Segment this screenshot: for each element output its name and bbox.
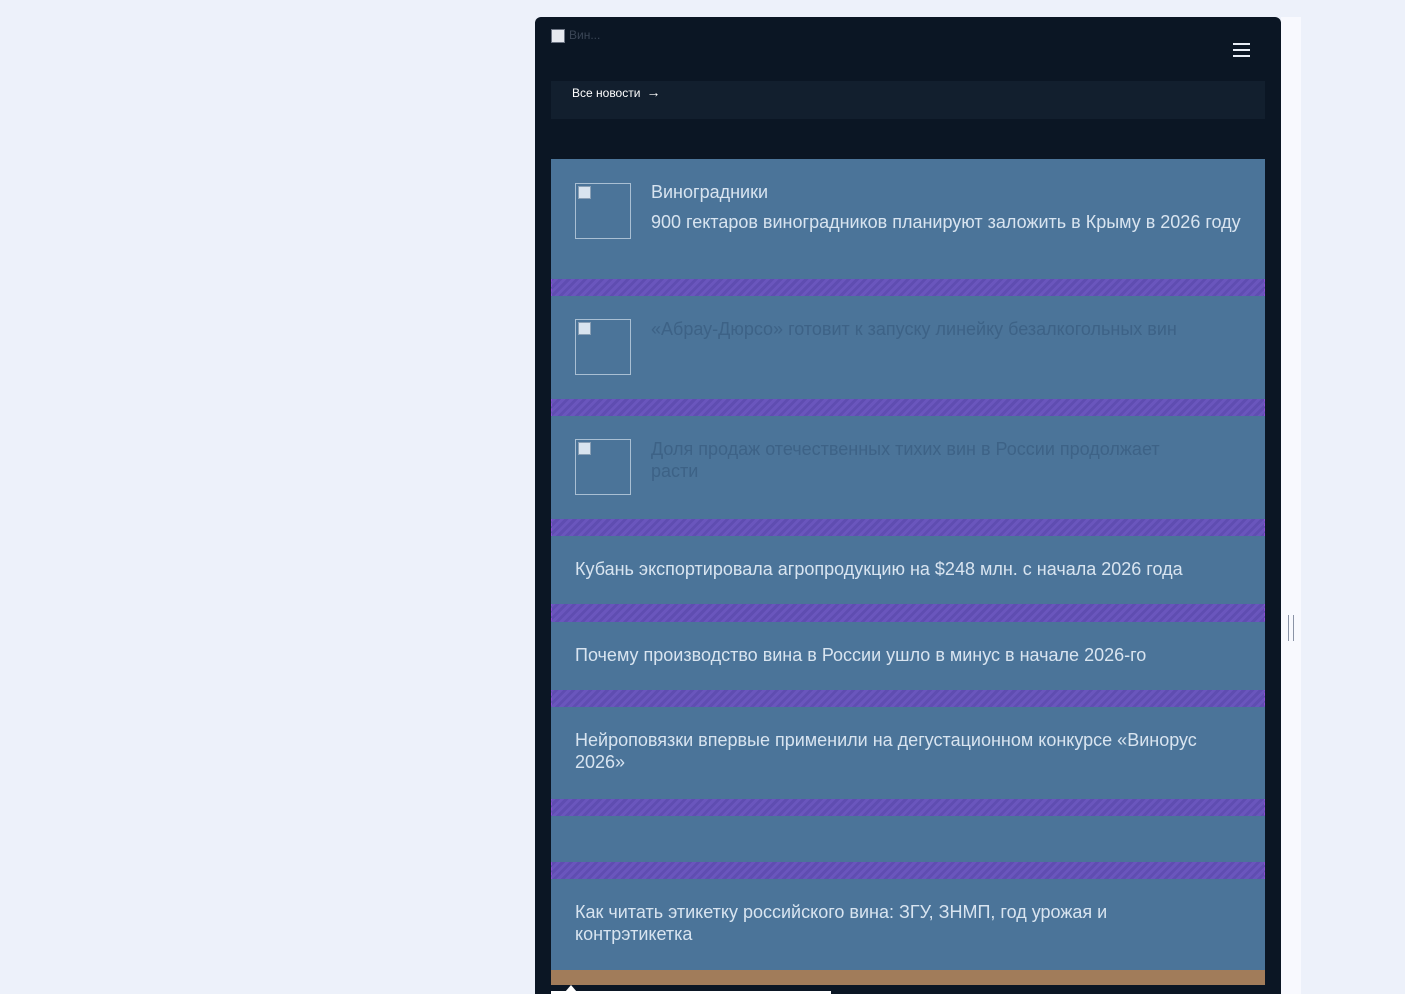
news-title: Нейроповязки впервые применили на дегуст… bbox=[575, 730, 1197, 772]
news-item[interactable]: Как читать этикетку российского вина: ЗГ… bbox=[551, 879, 1265, 971]
hamburger-menu-icon[interactable] bbox=[1233, 41, 1250, 59]
site-logo[interactable]: Вин... bbox=[551, 27, 621, 53]
news-item[interactable] bbox=[551, 816, 1265, 862]
all-news-bar: Все новости → bbox=[551, 81, 1265, 119]
news-thumbnail bbox=[575, 319, 631, 375]
news-title: Кубань экспортировала агропродукцию на $… bbox=[575, 559, 1183, 579]
news-title: 900 гектаров виноградников планируют зал… bbox=[651, 212, 1241, 232]
news-title: Почему производство вина в России ушло в… bbox=[575, 645, 1147, 665]
news-thumbnail bbox=[575, 439, 631, 495]
news-title: Доля продаж отечественных тихих вин в Ро… bbox=[651, 439, 1160, 481]
all-news-label: Все новости bbox=[572, 86, 641, 100]
news-list: Виноградники 900 гектаров виноградников … bbox=[551, 159, 1265, 985]
news-item[interactable]: Виноградники 900 гектаров виноградников … bbox=[551, 159, 1265, 279]
bottom-bar bbox=[551, 970, 1265, 985]
news-item[interactable]: Нейроповязки впервые применили на дегуст… bbox=[551, 707, 1265, 799]
resize-handle[interactable] bbox=[1288, 615, 1294, 641]
news-item[interactable]: «Абрау-Дюрсо» готовит к запуску линейку … bbox=[551, 296, 1265, 399]
mobile-viewport: Вин... Все новости → Виноградники 900 гек… bbox=[535, 17, 1281, 994]
logo-alt-text: Вин... bbox=[569, 28, 601, 42]
broken-image-icon bbox=[578, 186, 591, 199]
news-thumbnail bbox=[575, 183, 631, 239]
broken-image-icon bbox=[578, 442, 591, 455]
all-news-link[interactable]: Все новости → bbox=[572, 85, 660, 100]
news-item[interactable]: Доля продаж отечественных тихих вин в Ро… bbox=[551, 416, 1265, 519]
news-item[interactable]: Кубань экспортировала агропродукцию на $… bbox=[551, 536, 1265, 604]
news-category: Виноградники bbox=[651, 182, 769, 202]
news-title: Как читать этикетку российского вина: ЗГ… bbox=[575, 902, 1108, 944]
broken-image-icon bbox=[578, 322, 591, 335]
arrow-right-icon: → bbox=[646, 84, 661, 100]
news-title: «Абрау-Дюрсо» готовит к запуску линейку … bbox=[651, 319, 1177, 339]
scrollbar-track bbox=[1281, 17, 1301, 994]
news-item[interactable]: Почему производство вина в России ушло в… bbox=[551, 622, 1265, 690]
broken-image-icon bbox=[551, 28, 565, 43]
